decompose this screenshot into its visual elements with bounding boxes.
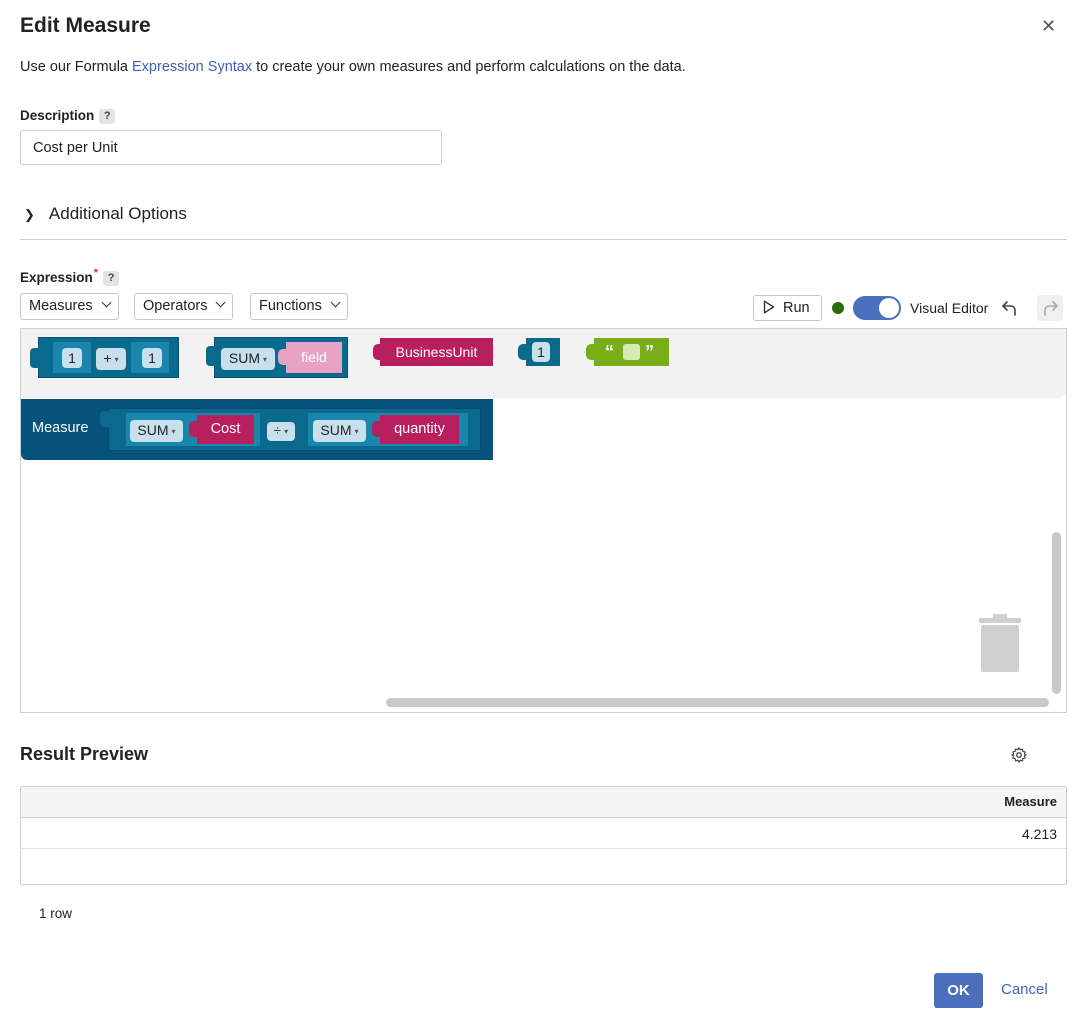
number-value[interactable]: 1	[142, 348, 162, 368]
measures-dropdown[interactable]: Measures	[20, 293, 119, 320]
description-label-text: Description	[20, 108, 95, 123]
block-connector	[586, 344, 595, 360]
sum-quantity-block[interactable]: SUM ▾ quantity	[307, 412, 469, 447]
business-unit-block[interactable]: BusinessUnit	[380, 338, 493, 366]
operator-selector[interactable]: + ▾	[96, 348, 126, 370]
help-icon[interactable]: ?	[99, 109, 116, 124]
dialog-intro: Use our Formula Expression Syntax to cre…	[20, 59, 686, 75]
trash-icon[interactable]	[978, 614, 1022, 674]
play-icon	[763, 300, 775, 314]
division-block[interactable]: SUM ▾ Cost ÷ ▾ SUM ▾ quantity	[100, 408, 481, 451]
measure-label: Measure	[32, 420, 89, 436]
block-connector	[373, 344, 382, 360]
intro-prefix: Use our Formula	[20, 59, 133, 75]
chevron-down-icon: ▾	[284, 427, 289, 436]
block-connector	[278, 349, 288, 365]
gear-icon[interactable]	[1010, 746, 1028, 764]
function-value: SUM	[137, 422, 169, 438]
table-row: 4.213	[21, 818, 1066, 849]
chevron-down-icon	[216, 297, 226, 308]
operators-dropdown-label: Operators	[143, 298, 208, 314]
table-row-empty	[21, 849, 1066, 880]
measures-dropdown-label: Measures	[29, 298, 93, 314]
operator-value: ÷	[273, 423, 282, 438]
chevron-right-icon: ❯	[24, 207, 35, 222]
field-placeholder[interactable]: field	[286, 342, 342, 373]
grid-header: Measure	[21, 787, 1066, 818]
function-selector[interactable]: SUM ▾	[313, 420, 366, 442]
additional-options-label: Additional Options	[48, 204, 187, 223]
function-value: SUM	[228, 350, 261, 366]
block-connector	[372, 421, 381, 437]
chevron-down-icon: ▾	[263, 355, 268, 364]
blockly-workspace[interactable]: 1 + ▾ 1 SUM ▾ field BusinessUnit 1 “ ” Mea…	[20, 328, 1067, 713]
ok-button[interactable]: OK	[934, 973, 983, 1008]
description-input[interactable]	[20, 130, 442, 165]
chevron-down-icon	[101, 297, 112, 308]
operator-value: +	[103, 350, 112, 366]
result-grid: Measure 4.213	[20, 786, 1067, 885]
expression-label: Expression*?	[20, 267, 120, 286]
redo-icon	[1044, 301, 1058, 316]
sum-field-block[interactable]: SUM ▾ field	[206, 337, 348, 378]
open-quote: “	[605, 342, 614, 362]
operator-selector[interactable]: ÷ ▾	[267, 422, 295, 441]
cancel-button[interactable]: Cancel	[1001, 981, 1048, 998]
close-icon[interactable]: ✕	[1041, 17, 1056, 35]
result-preview-title: Result Preview	[20, 744, 149, 764]
run-button[interactable]: Run	[753, 295, 822, 321]
visual-editor-label: Visual Editor	[910, 300, 989, 316]
number-value[interactable]: 1	[62, 348, 82, 368]
text-block[interactable]: “ ”	[594, 338, 669, 366]
function-value: SUM	[320, 422, 352, 438]
number-value[interactable]: 1	[532, 342, 550, 362]
chevron-down-icon: ▾	[114, 355, 119, 364]
horizontal-scrollbar[interactable]	[386, 698, 1049, 707]
redo-button[interactable]	[1037, 295, 1063, 321]
section-divider	[20, 239, 1067, 240]
function-selector[interactable]: SUM ▾	[221, 348, 275, 370]
block-connector	[30, 348, 40, 368]
dialog-title: Edit Measure	[20, 14, 151, 37]
block-connector	[189, 421, 198, 437]
function-selector[interactable]: SUM ▾	[130, 420, 183, 442]
chevron-down-icon: ▾	[171, 427, 176, 436]
description-label: Description?	[20, 108, 116, 124]
chevron-down-icon	[330, 297, 341, 308]
intro-suffix: to create your own measures and perform …	[252, 59, 686, 75]
status-indicator	[832, 302, 844, 314]
toggle-knob	[879, 298, 899, 318]
text-input-slot[interactable]	[623, 344, 640, 360]
expression-label-text: Expression	[20, 270, 93, 285]
quantity-field-block[interactable]: quantity	[380, 415, 459, 444]
run-label: Run	[783, 300, 810, 316]
block-connector	[518, 344, 527, 360]
column-header-measure[interactable]: Measure	[1004, 794, 1057, 809]
sum-cost-block[interactable]: SUM ▾ Cost	[125, 412, 261, 447]
block-connector	[100, 411, 110, 427]
arithmetic-block[interactable]: 1 + ▾ 1	[30, 337, 179, 378]
measure-block[interactable]: Measure SUM ▾ Cost ÷ ▾ SUM ▾ quantity	[21, 399, 493, 460]
block-connector	[206, 346, 216, 366]
row-count: 1 row	[39, 906, 73, 921]
close-quote: ”	[645, 342, 654, 362]
chevron-down-icon: ▾	[354, 427, 359, 436]
operators-dropdown[interactable]: Operators	[134, 293, 234, 320]
number-block[interactable]: 1	[526, 338, 560, 366]
cell-measure: 4.213	[1021, 826, 1057, 842]
cost-field-block[interactable]: Cost	[197, 415, 254, 444]
help-icon[interactable]: ?	[103, 271, 120, 286]
functions-dropdown[interactable]: Functions	[250, 293, 348, 320]
visual-editor-toggle[interactable]	[853, 296, 901, 320]
expression-syntax-link[interactable]: Expression Syntax	[132, 59, 252, 75]
functions-dropdown-label: Functions	[259, 298, 322, 314]
vertical-scrollbar[interactable]	[1052, 532, 1061, 694]
additional-options-toggle[interactable]: ❯ Additional Options	[24, 204, 187, 224]
required-marker: *	[93, 267, 99, 279]
undo-icon[interactable]	[998, 296, 1022, 320]
